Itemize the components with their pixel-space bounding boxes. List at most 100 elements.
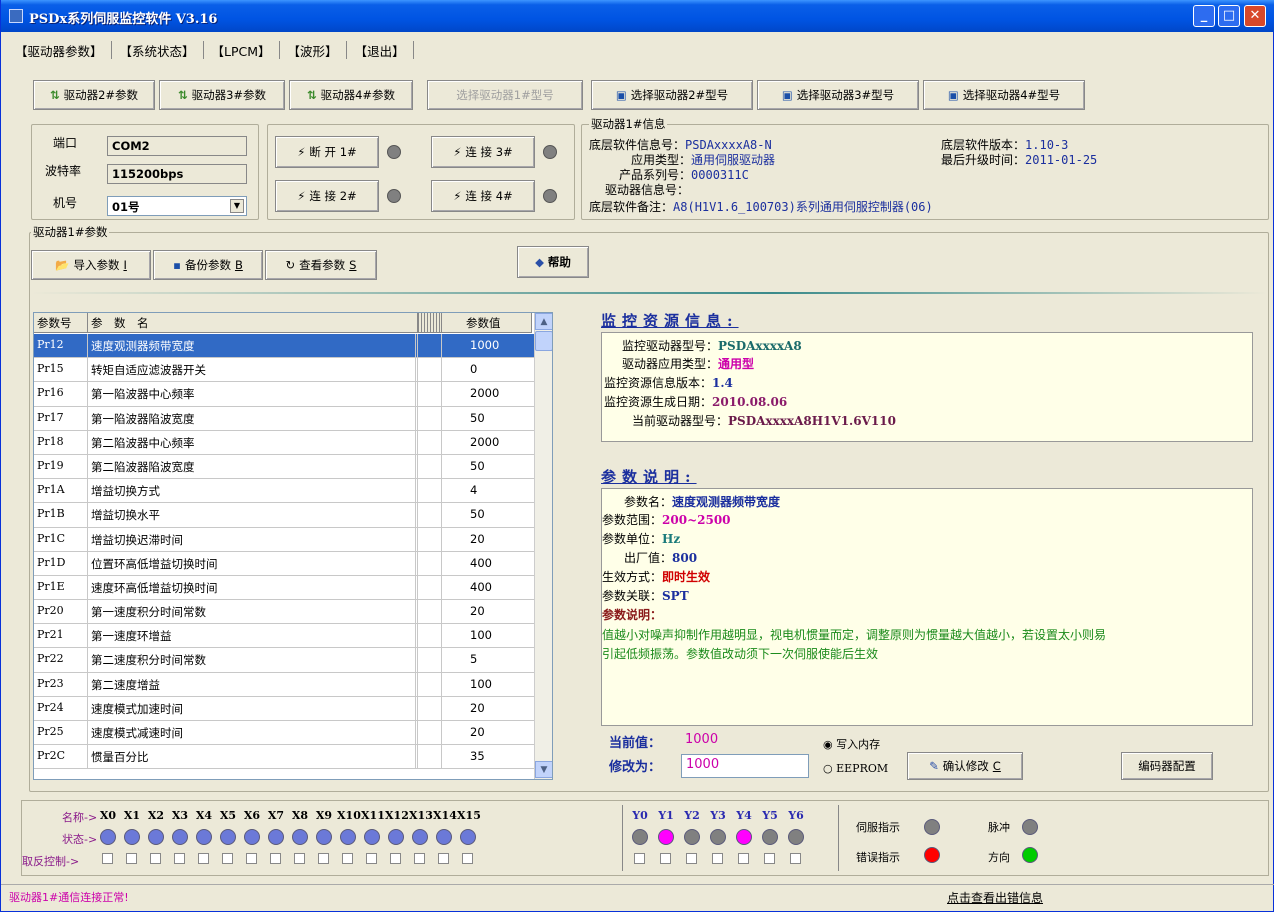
x-invert-checkbox[interactable] bbox=[366, 853, 377, 864]
x-invert-checkbox[interactable] bbox=[462, 853, 473, 864]
table-row[interactable]: Pr21 第一速度环增益 100 bbox=[34, 624, 534, 649]
table-row[interactable]: Pr15 转矩自适应滤波器开关 0 bbox=[34, 358, 534, 383]
y-invert-checkbox[interactable] bbox=[790, 853, 801, 864]
view-params-button[interactable]: ↻ 查看参数 S bbox=[265, 250, 377, 280]
table-row[interactable]: Pr18 第二陷波器中心频率 2000 bbox=[34, 430, 534, 455]
chevron-down-icon[interactable]: ▼ bbox=[230, 199, 244, 213]
connect-4-button[interactable]: ⚡ 连 接 4# bbox=[431, 180, 535, 212]
table-row[interactable]: Pr24 速度模式加速时间 20 bbox=[34, 696, 534, 721]
param-name-cell: 增益切换迟滞时间 bbox=[88, 527, 418, 551]
x-invert-checkbox[interactable] bbox=[390, 853, 401, 864]
maximize-button[interactable]: □ bbox=[1218, 5, 1240, 27]
select-drive3-model-button[interactable]: ▣ 选择驱动器3#型号 bbox=[757, 80, 919, 110]
x-input-led bbox=[388, 829, 404, 845]
table-row[interactable]: Pr23 第二速度增益 100 bbox=[34, 672, 534, 697]
col-id-header[interactable]: 参数号 bbox=[34, 313, 88, 332]
table-row[interactable]: Pr1A 增益切换方式 4 bbox=[34, 479, 534, 504]
eeprom-radio[interactable]: ○ EEPROM bbox=[823, 762, 888, 775]
x-invert-checkbox[interactable] bbox=[318, 853, 329, 864]
menu-waveform[interactable]: 【波形】 bbox=[284, 38, 342, 62]
io-divider-2 bbox=[838, 805, 839, 871]
drive2-params-button[interactable]: ⇅ 驱动器2#参数 bbox=[33, 80, 155, 110]
confirm-modify-button[interactable]: ✎ 确认修改 C bbox=[907, 752, 1023, 780]
y-invert-checkbox[interactable] bbox=[764, 853, 775, 864]
x-invert-checkbox[interactable] bbox=[294, 853, 305, 864]
table-row[interactable]: Pr2C 惯量百分比 35 bbox=[34, 745, 534, 770]
x-invert-checkbox[interactable] bbox=[342, 853, 353, 864]
x-invert-checkbox[interactable] bbox=[198, 853, 209, 864]
table-row[interactable]: Pr1E 速度环高低增益切换时间 400 bbox=[34, 575, 534, 601]
help-button[interactable]: ◆ 帮助 bbox=[517, 246, 589, 278]
table-row[interactable]: Pr16 第一陷波器中心频率 2000 bbox=[34, 382, 534, 407]
col-value-header[interactable]: 参数值 bbox=[442, 313, 532, 332]
x-invert-checkbox[interactable] bbox=[102, 853, 113, 864]
minimize-button[interactable]: _ bbox=[1193, 5, 1215, 27]
y-invert-checkbox[interactable] bbox=[660, 853, 671, 864]
desc-range-row: 参数范围：200~2500 bbox=[602, 513, 731, 527]
encoder-config-button[interactable]: 编码器配置 bbox=[1121, 752, 1213, 780]
param-value-cell: 20 bbox=[470, 725, 485, 739]
x-invert-checkbox[interactable] bbox=[414, 853, 425, 864]
connect-2-button[interactable]: ⚡ 连 接 2# bbox=[275, 180, 379, 212]
x-invert-checkbox[interactable] bbox=[270, 853, 281, 864]
spacer-cell bbox=[418, 672, 442, 696]
scroll-thumb[interactable] bbox=[535, 331, 552, 351]
error-info-link[interactable]: 点击查看出错信息 bbox=[947, 889, 1043, 906]
x-invert-checkbox[interactable] bbox=[126, 853, 137, 864]
x-invert-checkbox[interactable] bbox=[246, 853, 257, 864]
table-row[interactable]: Pr17 第一陷波器陷波宽度 50 bbox=[34, 406, 534, 431]
id-label: 机号 bbox=[53, 196, 78, 210]
x-input-led bbox=[196, 829, 212, 845]
table-row[interactable]: Pr22 第二速度积分时间常数 5 bbox=[34, 648, 534, 673]
menu-system-status[interactable]: 【系统状态】 bbox=[116, 38, 199, 62]
y-invert-checkbox[interactable] bbox=[738, 853, 749, 864]
servo-indicator-led bbox=[924, 819, 940, 835]
backup-params-button[interactable]: ▪ 备份参数 B bbox=[153, 250, 263, 280]
table-row[interactable]: Pr19 第二陷波器陷波宽度 50 bbox=[34, 454, 534, 480]
x-invert-checkbox[interactable] bbox=[438, 853, 449, 864]
table-row[interactable]: Pr25 速度模式减速时间 20 bbox=[34, 721, 534, 746]
menu-exit[interactable]: 【退出】 bbox=[351, 38, 409, 62]
drive4-params-button[interactable]: ⇅ 驱动器4#参数 bbox=[289, 80, 413, 110]
status-message: 驱动器1#通信连接正常! bbox=[9, 891, 129, 904]
folder-icon: 📂 bbox=[55, 258, 70, 272]
import-params-button[interactable]: 📂 导入参数 I bbox=[31, 250, 151, 280]
table-row[interactable]: Pr1C 增益切换迟滞时间 20 bbox=[34, 527, 534, 552]
select-drive2-model-button[interactable]: ▣ 选择驱动器2#型号 bbox=[591, 80, 753, 110]
x-input-name: X15 bbox=[457, 809, 481, 822]
radio-selected-icon[interactable]: ◉ bbox=[823, 738, 833, 751]
radio-empty-icon[interactable]: ○ bbox=[823, 762, 833, 775]
modify-input[interactable]: 1000 bbox=[681, 754, 809, 778]
col-name-header[interactable]: 参 数 名 bbox=[88, 313, 418, 332]
param-id-cell: Pr1A bbox=[34, 479, 88, 503]
y-invert-checkbox[interactable] bbox=[686, 853, 697, 864]
disconnect-1-button[interactable]: ⚡ 断 开 1# bbox=[275, 136, 379, 168]
x-invert-checkbox[interactable] bbox=[174, 853, 185, 864]
save-icon: ▪ bbox=[173, 258, 181, 272]
table-row[interactable]: Pr12 速度观测器频带宽度 1000 bbox=[34, 334, 534, 359]
scroll-up-icon[interactable]: ▲ bbox=[535, 313, 552, 330]
select-drive4-model-button[interactable]: ▣ 选择驱动器4#型号 bbox=[923, 80, 1085, 110]
current-value: 1000 bbox=[685, 732, 719, 747]
table-scrollbar[interactable]: ▲ ▼ bbox=[534, 313, 552, 779]
y-output-led bbox=[736, 829, 752, 845]
close-button[interactable]: ✕ bbox=[1244, 5, 1266, 27]
params-table[interactable]: 参数号 参 数 名 参数值 Pr12 速度观测器频带宽度 1000 Pr15 转矩自适应… bbox=[33, 312, 553, 780]
menu-lpcm[interactable]: 【LPCM】 bbox=[208, 38, 275, 62]
scroll-down-icon[interactable]: ▼ bbox=[535, 761, 552, 778]
table-row[interactable]: Pr1D 位置环高低增益切换时间 400 bbox=[34, 551, 534, 576]
y-invert-checkbox[interactable] bbox=[712, 853, 723, 864]
menu-drive-params[interactable]: 【驱动器参数】 bbox=[11, 38, 107, 62]
drive3-params-button[interactable]: ⇅ 驱动器3#参数 bbox=[159, 80, 285, 110]
x-invert-checkbox[interactable] bbox=[222, 853, 233, 864]
select-drive1-model-button[interactable]: 选择驱动器1#型号 bbox=[427, 80, 583, 110]
id-select[interactable]: 01号 ▼ bbox=[107, 196, 247, 216]
table-row[interactable]: Pr20 第一速度积分时间常数 20 bbox=[34, 600, 534, 625]
write-ram-radio[interactable]: ◉ 写入内存 bbox=[823, 736, 880, 752]
table-row[interactable]: Pr1B 增益切换水平 50 bbox=[34, 503, 534, 528]
spacer-cell bbox=[418, 721, 442, 745]
connect-3-button[interactable]: ⚡ 连 接 3# bbox=[431, 136, 535, 168]
table-header: 参数号 参 数 名 参数值 bbox=[34, 313, 532, 333]
y-invert-checkbox[interactable] bbox=[634, 853, 645, 864]
x-invert-checkbox[interactable] bbox=[150, 853, 161, 864]
